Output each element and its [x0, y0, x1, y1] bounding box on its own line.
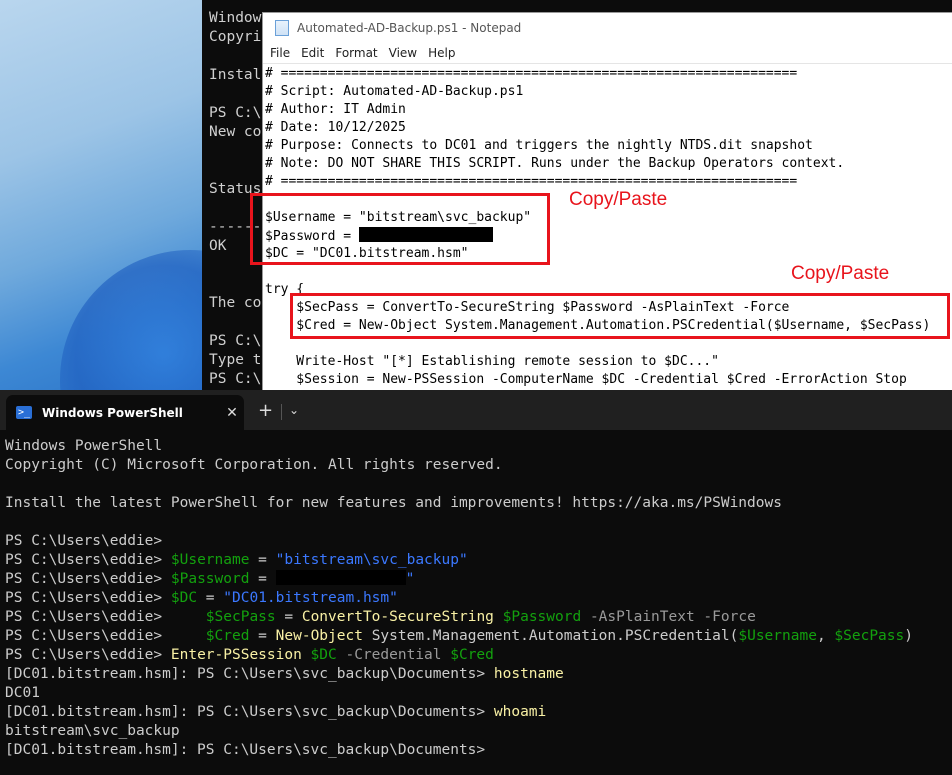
- ps-string: "bitstream\svc_backup": [275, 552, 468, 568]
- bg-console-line: PS C:\: [209, 371, 262, 387]
- terminal-line: Windows PowerShell: [5, 438, 163, 454]
- ps-string: "DC01.bitstream.hsm": [223, 590, 398, 606]
- bg-console-line: PS C:\: [209, 105, 262, 121]
- bg-console-line: Type t: [209, 352, 262, 368]
- terminal-line-hostname: [DC01.bitstream.hsm]: PS C:\Users\svc_ba…: [5, 665, 564, 684]
- ps-variable: $DC: [301, 647, 337, 663]
- ps-variable: $Cred: [441, 647, 494, 663]
- annotation-box-credentials: [250, 193, 550, 265]
- bg-console-line: The co: [209, 295, 262, 311]
- close-icon[interactable]: ✕: [220, 405, 244, 421]
- chevron-down-icon[interactable]: ⌄: [289, 403, 299, 417]
- ps-command: New-Object: [275, 628, 363, 644]
- terminal-line-cred: PS C:\Users\eddie> $Cred = New-Object Sy…: [5, 627, 913, 646]
- ps-variable: $DC: [170, 590, 198, 606]
- ps-punct: ,: [816, 628, 835, 644]
- terminal-line-enter-session: PS C:\Users\eddie> Enter-PSSession $DC -…: [5, 646, 494, 665]
- menu-format[interactable]: Format: [334, 46, 383, 60]
- annotation-box-cred-objects: [290, 293, 950, 339]
- wallpaper-swirl: [60, 250, 202, 390]
- terminal-line-secpass: PS C:\Users\eddie> $SecPass = ConvertTo-…: [5, 608, 756, 627]
- remote-prompt: [DC01.bitstream.hsm]: PS C:\Users\svc_ba…: [5, 704, 494, 720]
- powershell-icon: >_: [16, 406, 32, 419]
- password-redaction: [275, 570, 406, 585]
- menu-view[interactable]: View: [388, 46, 423, 60]
- tab-separator: [281, 404, 282, 420]
- ps-type: System.Management.Automation.PSCredentia…: [362, 628, 739, 644]
- terminal-line: Install the latest PowerShell for new fe…: [5, 495, 782, 511]
- terminal-line: PS C:\Users\eddie>: [5, 533, 171, 549]
- script-line: # ======================================…: [265, 66, 798, 81]
- bg-console-line: PS C:\: [209, 333, 262, 349]
- bg-console-line: New co: [209, 124, 262, 140]
- new-tab-button[interactable]: +: [258, 402, 273, 420]
- desktop-wallpaper: [0, 0, 202, 390]
- ps-operator: =: [275, 609, 302, 625]
- ps-operator: =: [249, 628, 276, 644]
- prompt: PS C:\Users\eddie>: [5, 609, 171, 625]
- ps-command: hostname: [493, 666, 564, 682]
- prompt: PS C:\Users\eddie>: [5, 571, 171, 587]
- terminal-line: DC01: [5, 685, 40, 701]
- ps-variable: $Password: [170, 571, 250, 587]
- menu-edit[interactable]: Edit: [300, 46, 330, 60]
- script-line: $Session = New-PSSession -ComputerName $…: [265, 372, 907, 387]
- tab-title: Windows PowerShell: [42, 405, 183, 420]
- annotation-label-cred-objects: Copy/Paste: [791, 263, 890, 284]
- ps-operator: =: [249, 552, 276, 568]
- ps-punct: ): [904, 628, 913, 644]
- script-line: # ======================================…: [265, 174, 798, 189]
- ps-parameter: -AsPlainText -Force: [581, 609, 756, 625]
- ps-command: ConvertTo-SecureString: [301, 609, 494, 625]
- terminal-output[interactable]: Windows PowerShell Copyright (C) Microso…: [0, 430, 952, 775]
- prompt: PS C:\Users\eddie>: [5, 628, 171, 644]
- terminal-line-username: PS C:\Users\eddie> $Username = "bitstrea…: [5, 551, 468, 570]
- ps-command: whoami: [493, 704, 547, 720]
- ps-operator: =: [197, 590, 224, 606]
- terminal-tabstrip: >_ Windows PowerShell ✕ + ⌄: [0, 390, 952, 430]
- terminal-line: bitstream\svc_backup: [5, 723, 180, 739]
- bg-console-line: Copyri: [209, 29, 262, 45]
- notepad-menubar: File Edit Format View Help: [263, 43, 952, 63]
- windows-terminal[interactable]: >_ Windows PowerShell ✕ + ⌄ Windows Powe…: [0, 390, 952, 775]
- bg-console-line: Window: [209, 10, 262, 26]
- notepad-title: Automated-AD-Backup.ps1 - Notepad: [297, 21, 522, 35]
- ps-variable: $SecPass: [205, 609, 276, 625]
- ps-command: Enter-PSSession: [170, 647, 302, 663]
- script-line: # Note: DO NOT SHARE THIS SCRIPT. Runs u…: [265, 156, 845, 171]
- notepad-icon: [275, 20, 289, 36]
- terminal-line: [DC01.bitstream.hsm]: PS C:\Users\svc_ba…: [5, 742, 494, 758]
- terminal-line: Copyright (C) Microsoft Corporation. All…: [5, 457, 503, 473]
- prompt: PS C:\Users\eddie>: [5, 590, 171, 606]
- terminal-line-password: PS C:\Users\eddie> $Password = ": [5, 570, 414, 589]
- ps-variable: $Username: [170, 552, 250, 568]
- notepad-titlebar[interactable]: Automated-AD-Backup.ps1 - Notepad: [263, 13, 952, 43]
- annotation-label-credentials: Copy/Paste: [569, 189, 668, 210]
- ps-variable: $SecPass: [834, 628, 905, 644]
- menu-file[interactable]: File: [269, 46, 296, 60]
- remote-prompt: [DC01.bitstream.hsm]: PS C:\Users\svc_ba…: [5, 666, 494, 682]
- script-line: # Date: 10/12/2025: [265, 120, 406, 135]
- prompt: PS C:\Users\eddie>: [5, 647, 171, 663]
- ps-parameter: -Credential: [336, 647, 442, 663]
- bg-console-line: Instal: [209, 67, 262, 83]
- ps-string: ": [405, 571, 415, 587]
- tab-windows-powershell[interactable]: >_ Windows PowerShell ✕: [6, 395, 244, 430]
- prompt: PS C:\Users\eddie>: [5, 552, 171, 568]
- ps-operator: =: [249, 571, 276, 587]
- terminal-line-whoami: [DC01.bitstream.hsm]: PS C:\Users\svc_ba…: [5, 703, 546, 722]
- menu-help[interactable]: Help: [427, 46, 461, 60]
- ps-variable: $Cred: [205, 628, 250, 644]
- script-line: # Author: IT Admin: [265, 102, 406, 117]
- ps-variable: $Password: [493, 609, 582, 625]
- terminal-line-dc: PS C:\Users\eddie> $DC = "DC01.bitstream…: [5, 589, 398, 608]
- ps-variable: $Username: [738, 628, 817, 644]
- script-line: # Script: Automated-AD-Backup.ps1: [265, 84, 524, 99]
- script-line: Write-Host "[*] Establishing remote sess…: [265, 354, 719, 369]
- script-line: # Purpose: Connects to DC01 and triggers…: [265, 138, 813, 153]
- bg-console-line: OK: [209, 238, 227, 254]
